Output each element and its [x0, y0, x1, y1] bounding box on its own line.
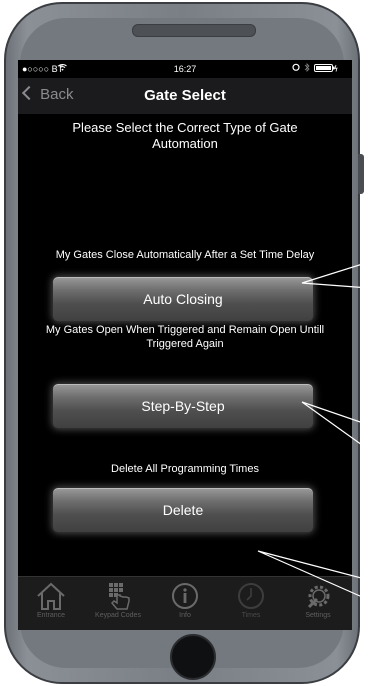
delete-description: Delete All Programming Times [111, 463, 259, 475]
alarm-icon [292, 63, 300, 73]
page-title: Gate Select [144, 87, 226, 104]
tab-keypad-codes[interactable]: Keypad Codes [85, 581, 151, 619]
tab-info[interactable]: Info [152, 581, 218, 619]
delete-button[interactable]: Delete [52, 487, 314, 533]
auto-closing-label: Auto Closing [143, 291, 223, 307]
tab-bar: Entrance Keypad Codes Info Times Setting… [18, 576, 352, 630]
app-screen: ●○○○○ BT 16:27 Back Gate Select Please S… [18, 60, 352, 630]
tab-entrance-label: Entrance [36, 612, 66, 619]
info-icon [172, 583, 198, 609]
tab-settings-label: Settings [305, 612, 331, 619]
clock-time: 16:27 [173, 64, 197, 74]
home-button[interactable] [170, 634, 216, 680]
tab-times[interactable]: Times [218, 581, 284, 619]
tab-entrance[interactable]: Entrance [18, 581, 84, 619]
step-by-step-button[interactable]: Step-By-Step [52, 383, 314, 429]
phone-side-button [358, 154, 364, 194]
tab-info-label: Info [179, 612, 191, 619]
step-by-step-label: Step-By-Step [141, 398, 225, 414]
auto-closing-description: My Gates Close Automatically After a Set… [55, 249, 315, 261]
bluetooth-icon [304, 63, 310, 74]
earpiece-speaker [132, 24, 256, 37]
delete-label: Delete [162, 502, 204, 518]
tab-keypad-codes-label: Keypad Codes [95, 612, 141, 619]
instruction-text: Please Select the Correct Type of Gate A… [72, 120, 298, 151]
house-icon [37, 582, 65, 610]
auto-closing-button[interactable]: Auto Closing [52, 276, 314, 322]
gear-wrench-icon [307, 585, 330, 609]
clock-icon [238, 583, 264, 609]
tab-times-label: Times [241, 612, 261, 619]
step-by-step-description: My Gates Open When Triggered and Remain … [45, 324, 325, 350]
keypad-hand-icon [109, 583, 130, 610]
tab-settings[interactable]: Settings [285, 581, 351, 619]
navigation-bar: Back Gate Select [18, 78, 352, 114]
status-bar: ●○○○○ BT 16:27 [18, 60, 352, 78]
battery-icon [314, 64, 338, 74]
